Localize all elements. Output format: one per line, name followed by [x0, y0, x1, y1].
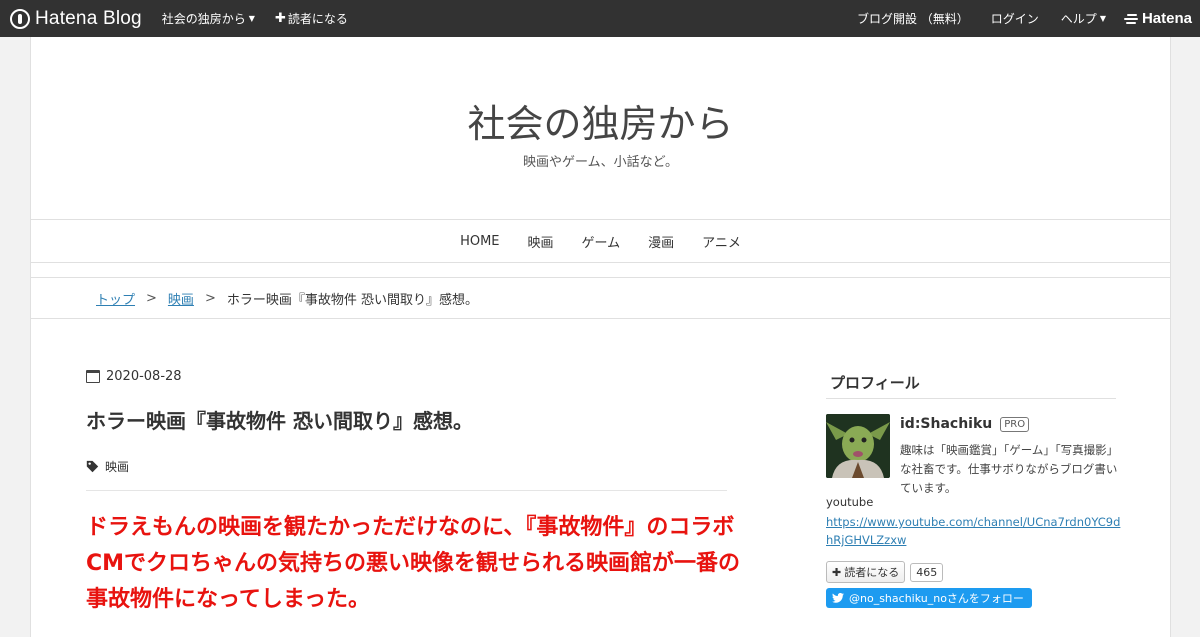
- nav-item-game[interactable]: ゲーム: [582, 232, 621, 251]
- entry-title[interactable]: ホラー映画『事故物件 恐い間取り』感想。: [86, 405, 473, 434]
- entry-divider: [86, 490, 727, 491]
- entry-category[interactable]: 映画: [86, 458, 129, 475]
- hatena-global-header: Hatena Blog 社会の独房から ▼ ✚ 読者になる ブログ開設 （無料）…: [0, 0, 1200, 37]
- caret-down-icon: ▼: [248, 14, 255, 23]
- entry-category-label: 映画: [105, 460, 130, 474]
- twitter-bird-icon: [832, 593, 844, 603]
- subscribe-button-label: 読者になる: [844, 566, 900, 579]
- subscribe-widget: ✚ 読者になる 465: [826, 561, 944, 583]
- blog-description: 映画やゲーム、小話など。: [523, 155, 678, 170]
- profile-id-link[interactable]: id:Shachiku: [900, 416, 992, 432]
- open-blog-link[interactable]: ブログ開設 （無料）: [857, 10, 969, 27]
- blog-menu-label: 社会の独房から: [161, 12, 246, 26]
- entry-date[interactable]: 2020-08-28: [86, 369, 182, 384]
- header-right-menu: ブログ開設 （無料） ログイン ヘルプ ▼ Hatena: [835, 10, 1192, 27]
- plus-icon: ✚: [832, 565, 842, 579]
- breadcrumb-separator: >: [146, 290, 157, 306]
- breadcrumb-top-link[interactable]: トップ: [96, 289, 135, 308]
- hatena-logo[interactable]: Hatena: [1123, 10, 1192, 27]
- youtube-link[interactable]: https://www.youtube.com/channel/UCna7rdn…: [826, 513, 1121, 549]
- profile-avatar-image: [826, 414, 890, 478]
- hatena-mark-icon: [1123, 13, 1138, 24]
- avatar[interactable]: [826, 414, 890, 478]
- sidebar-profile-title: プロフィール: [830, 374, 920, 392]
- help-dropdown[interactable]: ヘルプ ▼: [1061, 10, 1106, 27]
- global-nav: HOME 映画 ゲーム 漫画 アニメ: [31, 219, 1170, 263]
- nav-item-home[interactable]: HOME: [460, 234, 499, 249]
- nav-item-anime[interactable]: アニメ: [702, 232, 741, 251]
- entry-date-text: 2020-08-28: [106, 369, 182, 384]
- hatena-blog-icon: [10, 8, 30, 29]
- help-label: ヘルプ: [1060, 12, 1097, 26]
- login-link[interactable]: ログイン: [991, 10, 1039, 27]
- subscribe-header-label: 読者になる: [287, 12, 348, 26]
- breadcrumb: トップ > 映画 > ホラー映画『事故物件 恐い間取り』感想。: [31, 278, 1170, 319]
- caret-down-icon: ▼: [1099, 14, 1106, 23]
- profile-id: id:Shachiku PRO: [900, 416, 1030, 432]
- twitter-follow-label: @no_shachiku_noさんをフォロー: [849, 592, 1024, 605]
- tag-icon: [86, 460, 99, 473]
- breadcrumb-category-link[interactable]: 映画: [168, 289, 194, 308]
- blog-container: 社会の独房から 映画やゲーム、小話など。 HOME 映画 ゲーム 漫画 アニメ …: [30, 37, 1171, 637]
- sidebar-divider: [826, 398, 1116, 399]
- youtube-label: youtube: [826, 495, 874, 509]
- brand-text: Hatena Blog: [35, 7, 142, 29]
- hatena-logo-text: Hatena: [1141, 10, 1192, 27]
- plus-icon: ✚: [274, 11, 286, 26]
- nav-item-movie[interactable]: 映画: [528, 232, 554, 251]
- nav-item-manga[interactable]: 漫画: [648, 232, 674, 251]
- breadcrumb-current: ホラー映画『事故物件 恐い間取り』感想。: [226, 292, 478, 308]
- pro-badge: PRO: [1000, 416, 1030, 432]
- profile-description: 趣味は「映画鑑賞」「ゲーム」「写真撮影」な社畜です。仕事サボりながらブログ書いて…: [900, 443, 1119, 495]
- twitter-follow-button[interactable]: @no_shachiku_noさんをフォロー: [826, 588, 1032, 608]
- blog-menu-dropdown[interactable]: 社会の独房から ▼: [162, 10, 255, 27]
- calendar-icon: [86, 370, 100, 383]
- subscriber-count: 465: [910, 562, 944, 582]
- breadcrumb-separator: >: [204, 290, 216, 306]
- hatena-blog-logo[interactable]: Hatena Blog: [10, 0, 142, 37]
- subscribe-button[interactable]: ✚ 読者になる: [826, 561, 906, 583]
- subscribe-header-button[interactable]: ✚ 読者になる: [275, 10, 348, 27]
- entry-lead-text: ドラえもんの映画を観たかっただけなのに、『事故物件』のコラボCMでクロちゃんの気…: [86, 515, 741, 612]
- blog-title[interactable]: 社会の独房から: [31, 93, 1170, 148]
